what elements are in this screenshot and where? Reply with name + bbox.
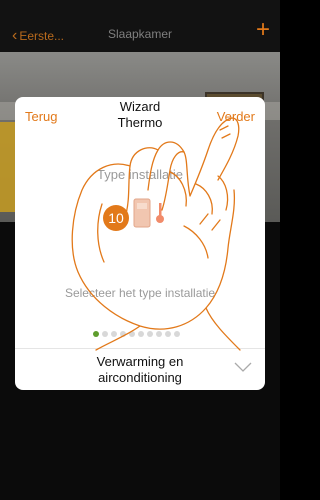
page-dot xyxy=(174,331,180,337)
page-dot xyxy=(138,331,144,337)
plus-icon[interactable]: + xyxy=(256,18,270,42)
top-bar: ‹ Eerste... Slaapkamer + xyxy=(0,0,280,52)
dropdown-value-line1: Verwarming en xyxy=(96,354,184,369)
page-title: Slaapkamer xyxy=(107,27,173,41)
wizard-title: Wizard Thermo xyxy=(80,99,200,131)
page-dot xyxy=(102,331,108,337)
dropdown-value-line2: airconditioning xyxy=(98,370,182,385)
thermo-device-icon xyxy=(133,198,164,228)
wizard-dialog: Terug Wizard Thermo Verder Type installa… xyxy=(15,97,265,390)
page-dot xyxy=(165,331,171,337)
page-dot xyxy=(111,331,117,337)
page-dot xyxy=(147,331,153,337)
page-dot xyxy=(120,331,126,337)
chevron-down-icon xyxy=(234,362,252,372)
step-number-badge: 10 xyxy=(103,205,129,231)
page-dot xyxy=(129,331,135,337)
page-dot xyxy=(156,331,162,337)
page-dot-active xyxy=(93,331,99,337)
wizard-back-button[interactable]: Terug xyxy=(25,109,58,124)
installation-type-dropdown[interactable]: Verwarming en airconditioning xyxy=(15,349,265,389)
dropdown-value: Verwarming en airconditioning xyxy=(75,354,205,386)
wizard-title-line2: Thermo xyxy=(117,115,163,130)
page-indicator xyxy=(93,331,180,337)
type-installation-label: Type installatie xyxy=(97,167,183,182)
wizard-next-button[interactable]: Verder xyxy=(217,109,255,124)
select-type-label: Selecteer het type installatie xyxy=(64,286,216,300)
wizard-title-line1: Wizard xyxy=(119,99,161,114)
